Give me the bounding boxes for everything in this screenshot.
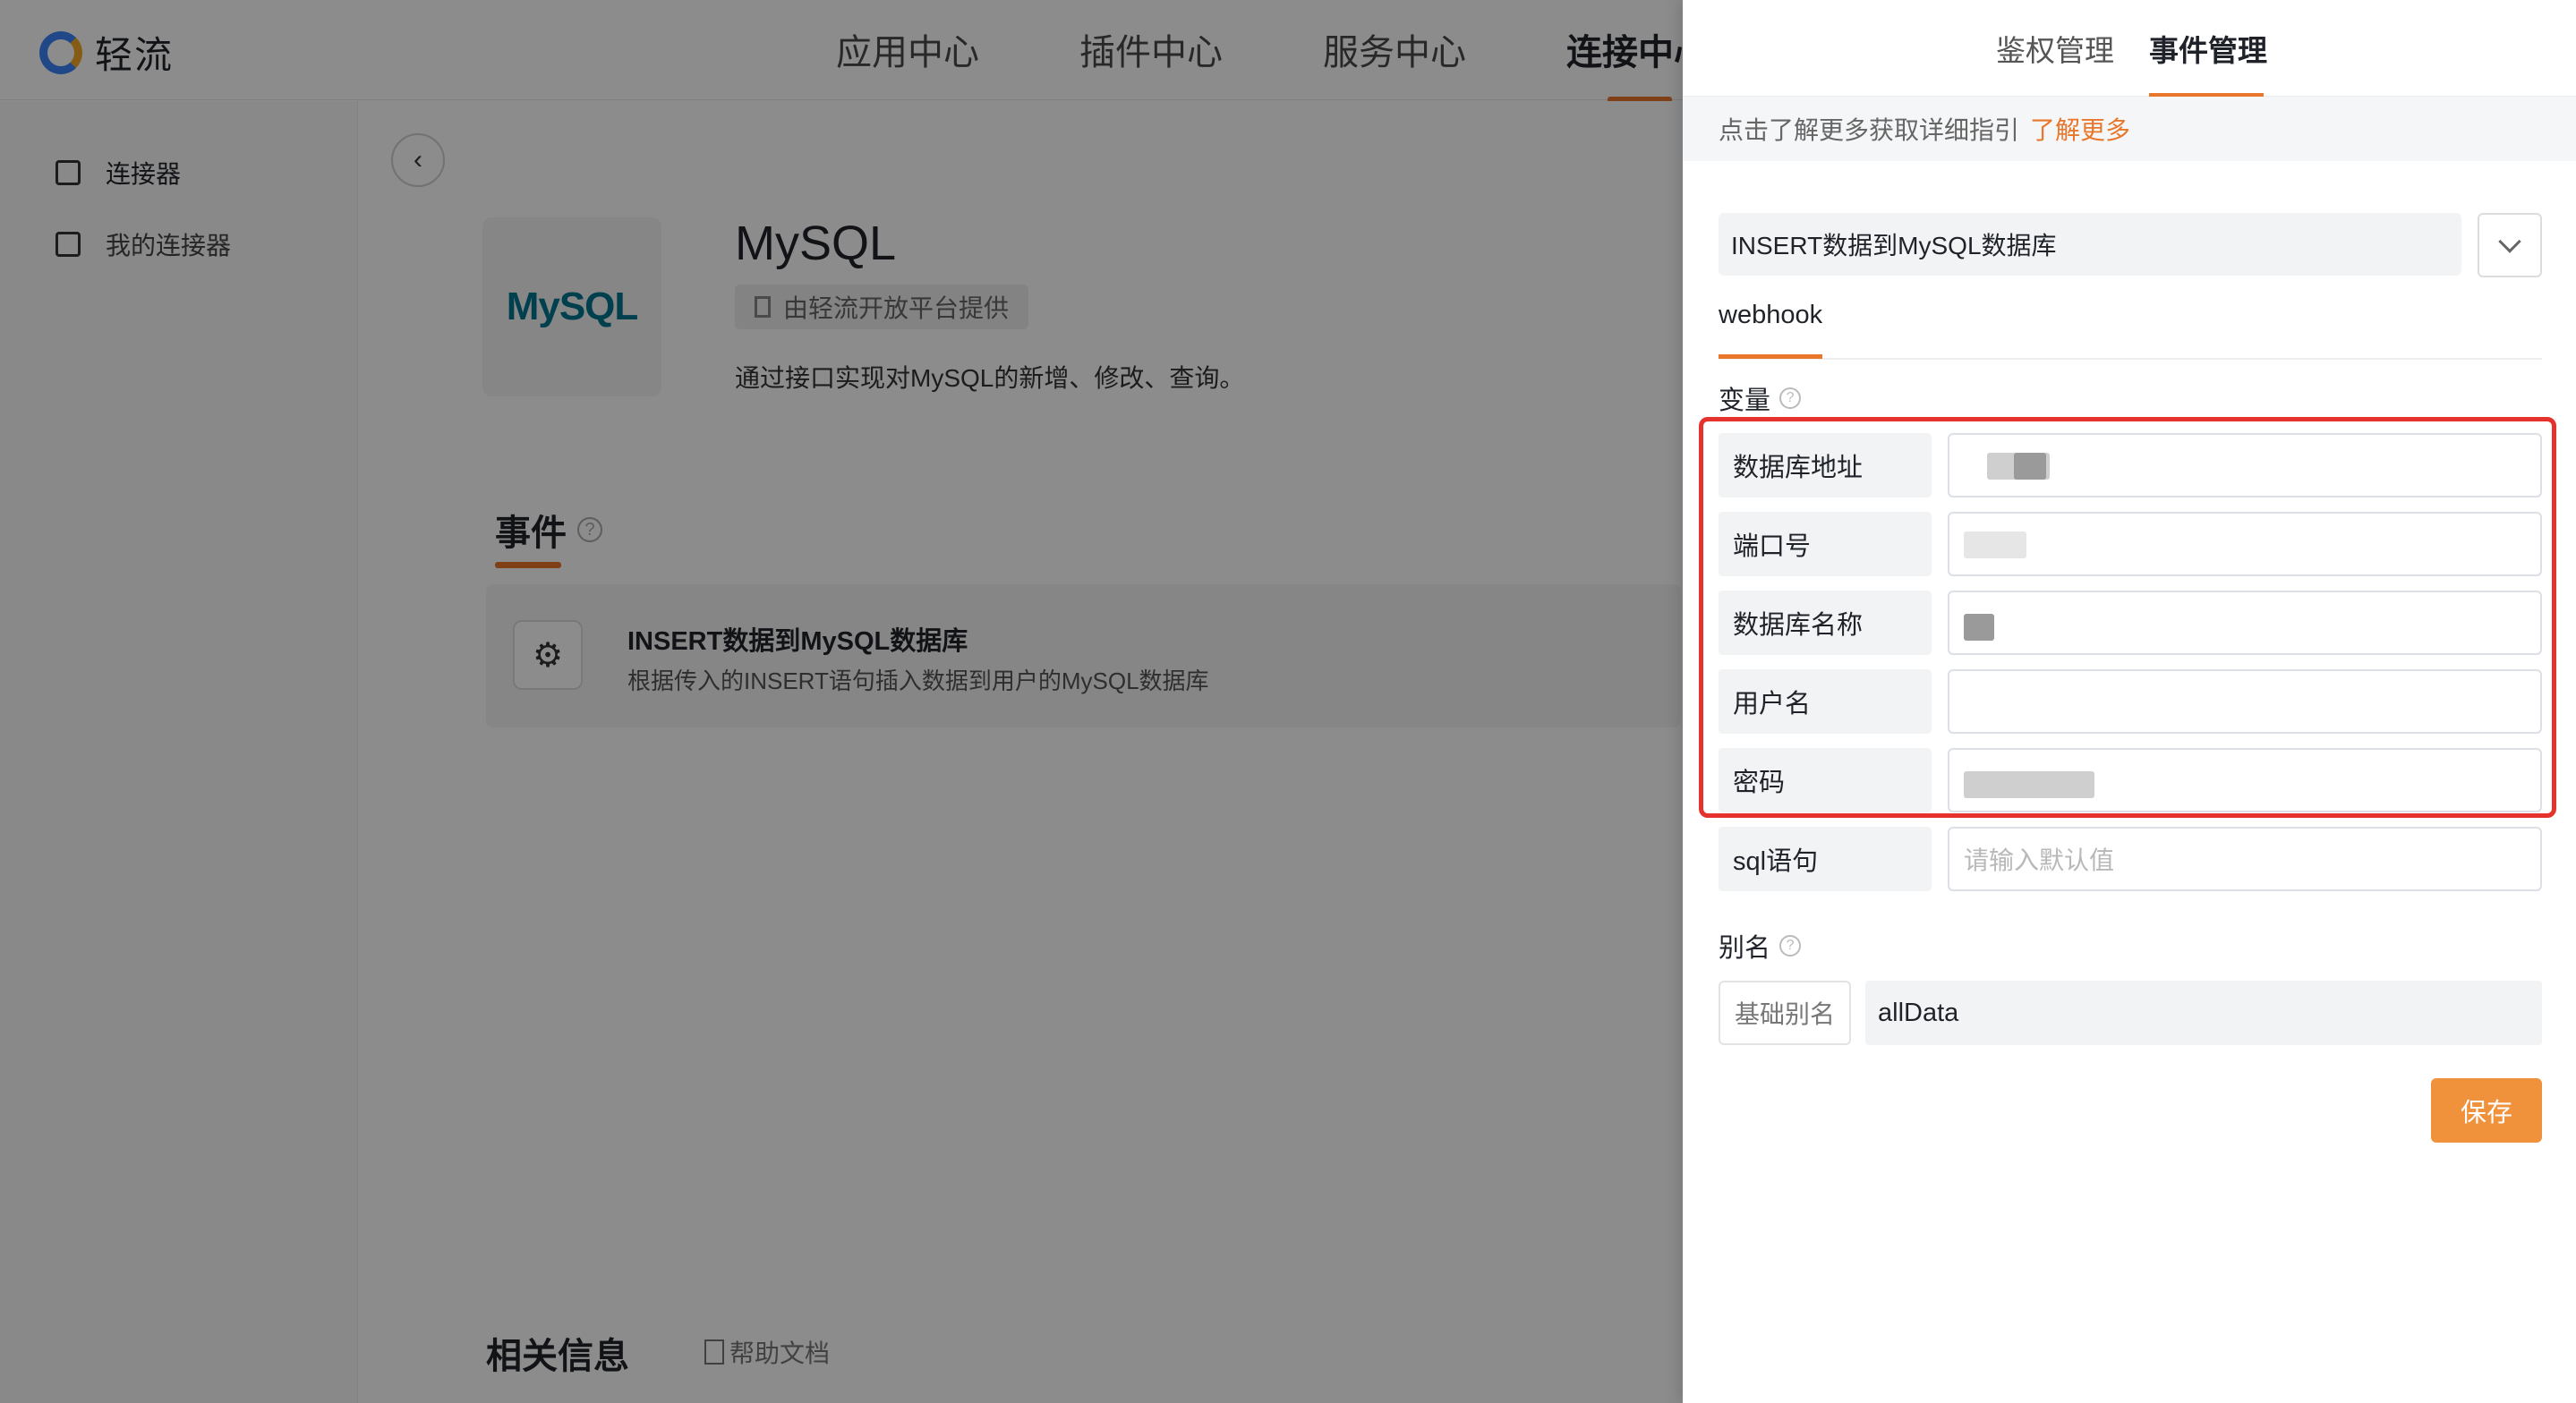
guide-bar: 点击了解更多获取详细指引 了解更多: [1683, 97, 2576, 161]
modal-overlay[interactable]: [0, 0, 1683, 1403]
subtab-divider: [1719, 358, 2542, 360]
redacted-value: [1964, 614, 1994, 641]
event-select-toggle[interactable]: [2478, 213, 2542, 277]
variable-row-db-address: 数据库地址: [1719, 433, 2542, 497]
variables-label: 变量 ?: [1719, 379, 1802, 417]
sql-input[interactable]: 请输入默认值: [1948, 827, 2542, 891]
chevron-down-icon: [2498, 230, 2521, 253]
variables-label-text: 变量: [1719, 387, 1771, 415]
db-name-input[interactable]: [1948, 591, 2542, 655]
guide-text: 点击了解更多获取详细指引: [1719, 116, 2020, 144]
variable-label: 数据库名称: [1719, 591, 1932, 655]
variable-row-password: 密码: [1719, 748, 2542, 812]
variable-row-username: 用户名: [1719, 669, 2542, 734]
drawer-tabs: 鉴权管理 事件管理: [1683, 0, 2576, 98]
save-button[interactable]: 保存: [2431, 1078, 2542, 1143]
learn-more-link[interactable]: 了解更多: [2030, 111, 2130, 147]
question-icon[interactable]: ?: [1779, 935, 1802, 957]
redacted-value: [2014, 453, 2046, 480]
port-input[interactable]: [1948, 512, 2542, 576]
alias-label-text: 别名: [1719, 934, 1771, 963]
tab-webhook[interactable]: webhook: [1719, 301, 1822, 330]
tab-auth-management[interactable]: 鉴权管理: [1996, 27, 2114, 70]
alias-prefix: 基础别名: [1719, 981, 1851, 1045]
tab-event-management[interactable]: 事件管理: [2149, 27, 2267, 70]
alias-input[interactable]: allData: [1865, 981, 2542, 1045]
event-select-value: INSERT数据到MySQL数据库: [1731, 232, 2057, 259]
username-input[interactable]: [1948, 669, 2542, 734]
variable-row-sql: sql语句 请输入默认值: [1719, 827, 2542, 891]
redacted-value: [1964, 531, 2026, 558]
alias-label: 别名 ?: [1719, 927, 1802, 965]
event-select[interactable]: INSERT数据到MySQL数据库: [1719, 213, 2461, 276]
event-management-drawer: 鉴权管理 事件管理 点击了解更多获取详细指引 了解更多 INSERT数据到MyS…: [1683, 0, 2576, 1403]
subtab-active-indicator: [1719, 354, 1822, 359]
variable-label: sql语句: [1719, 827, 1932, 891]
variable-row-port: 端口号: [1719, 512, 2542, 576]
variable-row-db-name: 数据库名称: [1719, 591, 2542, 655]
redacted-value: [1964, 771, 2094, 798]
variable-label: 密码: [1719, 748, 1932, 812]
question-icon[interactable]: ?: [1779, 387, 1802, 409]
variable-label: 数据库地址: [1719, 433, 1932, 497]
variable-label: 端口号: [1719, 512, 1932, 576]
variable-label: 用户名: [1719, 669, 1932, 734]
